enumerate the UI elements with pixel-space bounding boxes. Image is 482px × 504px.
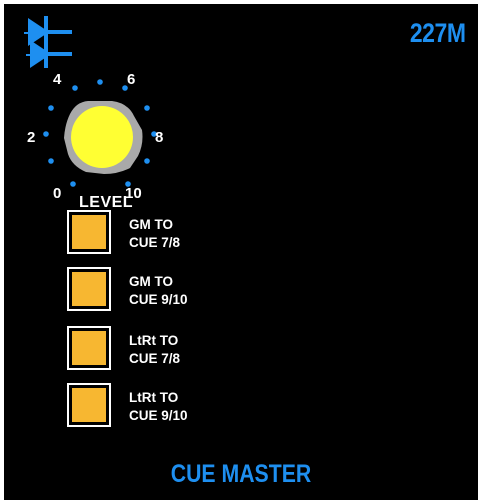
scale-label-8: 8 bbox=[155, 129, 164, 146]
scale-dot bbox=[144, 158, 150, 164]
button-face bbox=[72, 215, 106, 249]
gm-to-cue-9-10-label: GM TO CUE 9/10 bbox=[129, 273, 188, 309]
scale-dot bbox=[48, 158, 54, 164]
scale-dot bbox=[70, 181, 76, 187]
scale-dot bbox=[48, 105, 54, 111]
scale-dot bbox=[144, 105, 150, 111]
scale-label-4: 4 bbox=[53, 71, 62, 88]
ltrt-to-cue-9-10-button[interactable] bbox=[67, 383, 111, 427]
level-knob-assembly: 0 2 4 6 8 10 LEVEL bbox=[4, 4, 204, 214]
ltrt-to-cue-7-8-button[interactable] bbox=[67, 326, 111, 370]
level-knob[interactable] bbox=[64, 101, 143, 174]
gm-to-cue-9-10-button[interactable] bbox=[67, 267, 111, 311]
scale-dot bbox=[97, 79, 103, 85]
button-face bbox=[72, 331, 106, 365]
scale-label-0: 0 bbox=[53, 185, 62, 202]
button-face bbox=[72, 272, 106, 306]
knob-scale-dots bbox=[43, 79, 157, 187]
gm-to-cue-7-8-label: GM TO CUE 7/8 bbox=[129, 216, 180, 252]
label-line-2: CUE 9/10 bbox=[129, 408, 188, 423]
label-line-1: LtRt TO bbox=[129, 390, 179, 405]
ltrt-to-cue-7-8-label: LtRt TO CUE 7/8 bbox=[129, 332, 180, 368]
label-line-2: CUE 7/8 bbox=[129, 351, 181, 366]
label-line-1: GM TO bbox=[129, 274, 174, 289]
cue-master-panel: 227M 0 2 4 6 8 10 LEVEL GM TO CUE 7/8 GM… bbox=[4, 4, 478, 500]
label-line-2: CUE 7/8 bbox=[129, 235, 181, 250]
scale-dot bbox=[43, 131, 49, 137]
ltrt-to-cue-9-10-label: LtRt TO CUE 9/10 bbox=[129, 389, 188, 425]
scale-label-2: 2 bbox=[27, 129, 36, 146]
scale-label-6: 6 bbox=[127, 71, 136, 88]
button-face bbox=[72, 388, 106, 422]
gm-to-cue-7-8-button[interactable] bbox=[67, 210, 111, 254]
model-number: 227M bbox=[410, 18, 466, 48]
panel-title: CUE MASTER bbox=[170, 460, 312, 488]
label-line-1: GM TO bbox=[129, 217, 174, 232]
scale-dot bbox=[72, 85, 78, 91]
label-line-1: LtRt TO bbox=[129, 333, 179, 348]
label-line-2: CUE 9/10 bbox=[129, 292, 188, 307]
